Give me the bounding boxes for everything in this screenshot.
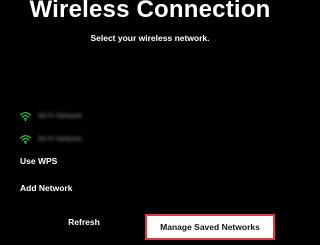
network-item[interactable]: Wi-Fi Network xyxy=(20,109,200,123)
wifi-icon xyxy=(20,134,31,144)
wifi-icon xyxy=(20,111,31,121)
wireless-connection-screen: Wireless Connection Select your wireless… xyxy=(0,0,300,245)
network-name: Wi-Fi Network xyxy=(38,112,82,120)
refresh-button[interactable]: Refresh xyxy=(46,212,122,232)
network-item[interactable]: Wi-Fi Network xyxy=(20,132,200,146)
add-network-option[interactable]: Add Network xyxy=(20,183,72,193)
page-subtitle: Select your wireless network. xyxy=(90,33,210,43)
network-name: Wi-Fi Network xyxy=(38,135,82,143)
page-title: Wireless Connection xyxy=(29,0,271,23)
use-wps-option[interactable]: Use WPS xyxy=(20,156,57,166)
manage-saved-networks-button[interactable]: Manage Saved Networks xyxy=(145,214,275,240)
